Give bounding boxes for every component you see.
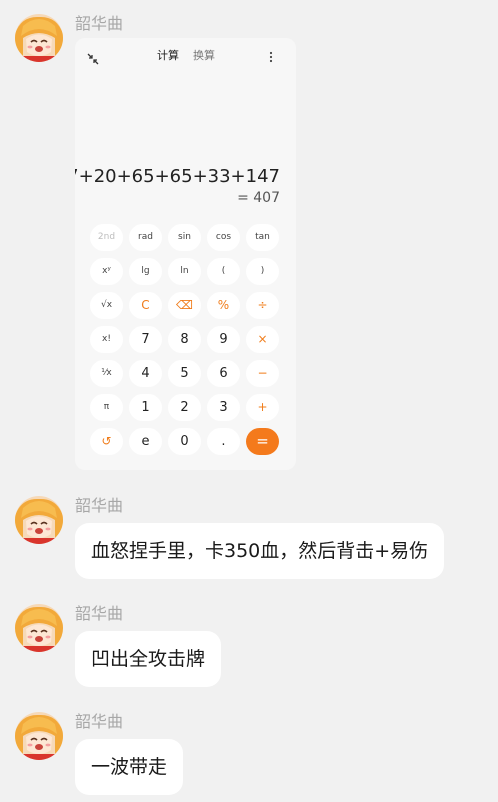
key-3: 3 (207, 394, 240, 421)
message-bubble[interactable]: 凹出全攻击牌 (75, 631, 222, 687)
calculator-toolbar: 计算 换算 (75, 38, 296, 74)
avatar[interactable] (15, 604, 63, 652)
key-close-paren: ) (246, 258, 279, 285)
key-5: 5 (168, 360, 201, 387)
message-bubble[interactable]: 一波带走 (75, 739, 184, 795)
key-equals: = (246, 428, 279, 455)
calculator-result: = 407 (237, 190, 280, 206)
tab-calculate: 计算 (157, 49, 179, 62)
key-ln: ln (168, 258, 201, 285)
key-percent: % (207, 292, 240, 319)
key-open-paren: ( (207, 258, 240, 285)
key-9: 9 (207, 326, 240, 353)
key-4: 4 (129, 360, 162, 387)
sender-name: 韶华曲 (75, 712, 124, 731)
chat-message: 韶华曲 血怒捏手里，卡350血，然后背击+易伤 (0, 490, 498, 590)
key-2nd: 2nd (90, 224, 123, 251)
sender-name: 韶华曲 (75, 604, 124, 623)
avatar[interactable] (15, 712, 63, 760)
key-sin: sin (168, 224, 201, 251)
chat-message: 韶华曲 一波带走 (0, 706, 498, 802)
sender-name: 韶华曲 (75, 496, 124, 515)
key-0: 0 (168, 428, 201, 455)
chat-message: 韶华曲 计算 换算 77+20+65+65+33+147 = 407 2nd r… (0, 0, 498, 480)
key-rad: rad (129, 224, 162, 251)
key-sqrt: √x (90, 292, 123, 319)
key-clear: C (129, 292, 162, 319)
key-tan: tan (246, 224, 279, 251)
key-2: 2 (168, 394, 201, 421)
key-1: 1 (129, 394, 162, 421)
sender-name: 韶华曲 (75, 14, 124, 33)
anime-girl-avatar-icon (15, 14, 63, 62)
key-e: e (129, 428, 162, 455)
avatar[interactable] (15, 14, 63, 62)
key-power: xʸ (90, 258, 123, 285)
calculator-expression: 77+20+65+65+33+147 (75, 166, 280, 187)
anime-girl-avatar-icon (15, 496, 63, 544)
key-reciprocal: ¹⁄x (90, 360, 123, 387)
key-plus: + (246, 394, 279, 421)
key-cos: cos (207, 224, 240, 251)
toggle-icon: ↺ (90, 428, 123, 455)
key-divide: ÷ (246, 292, 279, 319)
anime-girl-avatar-icon (15, 712, 63, 760)
tab-convert: 换算 (193, 49, 215, 62)
key-lg: lg (129, 258, 162, 285)
key-minus: − (246, 360, 279, 387)
avatar[interactable] (15, 496, 63, 544)
key-dot: . (207, 428, 240, 455)
more-icon (267, 49, 275, 68)
collapse-icon (87, 50, 99, 69)
key-factorial: x! (90, 326, 123, 353)
key-6: 6 (207, 360, 240, 387)
chat-message: 韶华曲 凹出全攻击牌 (0, 598, 498, 698)
calculator-screenshot[interactable]: 计算 换算 77+20+65+65+33+147 = 407 2nd rad s… (75, 38, 296, 470)
key-pi: π (90, 394, 123, 421)
anime-girl-avatar-icon (15, 604, 63, 652)
message-bubble[interactable]: 血怒捏手里，卡350血，然后背击+易伤 (75, 523, 445, 579)
key-multiply: × (246, 326, 279, 353)
backspace-icon: ⌫ (168, 292, 201, 319)
key-7: 7 (129, 326, 162, 353)
key-8: 8 (168, 326, 201, 353)
